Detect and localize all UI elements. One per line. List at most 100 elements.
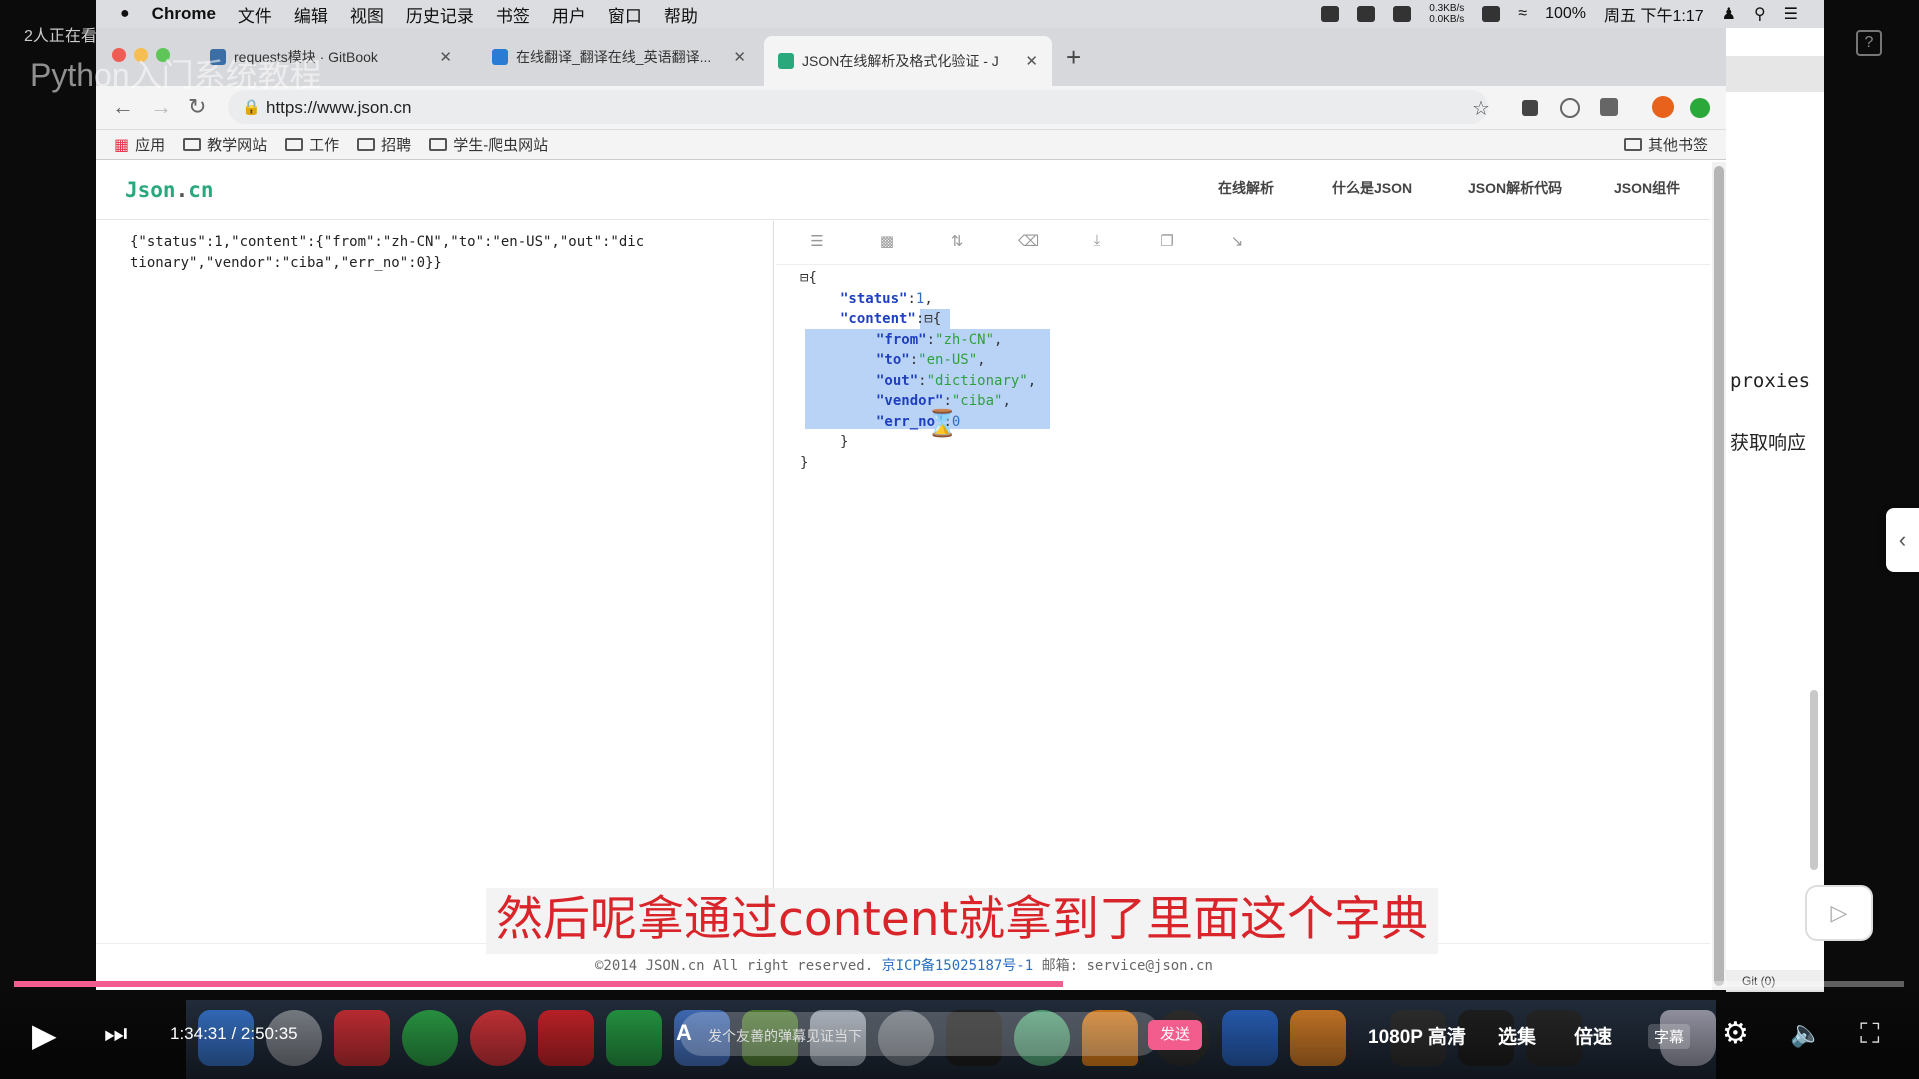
menu-app[interactable]: Chrome: [152, 4, 216, 24]
tab-title: 在线翻译_翻译在线_英语翻译...: [516, 49, 712, 65]
quality-button[interactable]: 1080P 高清: [1368, 1022, 1466, 1049]
bookmark-other[interactable]: 其他书签: [1623, 134, 1708, 155]
menu-bookmarks[interactable]: 书签: [496, 2, 530, 27]
nav-what-is-json[interactable]: 什么是JSON: [1332, 178, 1412, 198]
extension-icon[interactable]: [1522, 100, 1538, 116]
tray-app-icon[interactable]: [1357, 6, 1376, 22]
close-tab-icon[interactable]: ✕: [1025, 52, 1038, 70]
spotlight-search-icon[interactable]: ⚲: [1754, 4, 1766, 24]
json-input-panel[interactable]: [96, 221, 774, 943]
bookmark-folder[interactable]: 教学网站: [183, 134, 267, 155]
total-time: 2:50:35: [240, 1024, 298, 1043]
tree-line: "from":"zh-CN",: [876, 331, 1003, 348]
database-icon[interactable]: ☰: [808, 232, 826, 250]
bookmark-folder[interactable]: 工作: [285, 134, 339, 155]
right-video-margin: [1824, 0, 1919, 990]
collapse-icon[interactable]: ⊟: [924, 311, 932, 327]
copy-icon[interactable]: ❐: [1158, 232, 1176, 250]
extension-icon[interactable]: [1600, 98, 1618, 116]
send-danmu-button[interactable]: 发送: [1148, 1020, 1202, 1050]
compress-icon[interactable]: ↘: [1228, 232, 1246, 250]
menu-view[interactable]: 视图: [350, 2, 384, 27]
next-icon[interactable]: ⏭: [104, 1018, 127, 1050]
json-key: "status": [840, 290, 908, 307]
nav-online-parse[interactable]: 在线解析: [1218, 178, 1274, 198]
mac-menubar: ● Chrome 文件 编辑 视图 历史记录 书签 用户 窗口 帮助 0.3KB…: [96, 0, 1824, 28]
episodes-button[interactable]: 选集: [1498, 1022, 1536, 1049]
json-value: "dictionary": [926, 372, 1028, 389]
progress-fill[interactable]: [14, 981, 1063, 987]
tray-app-icon[interactable]: [1321, 6, 1340, 22]
wifi-icon[interactable]: ≈: [1518, 5, 1527, 23]
play-icon[interactable]: ▶: [32, 1016, 57, 1054]
site-logo[interactable]: Json.cn: [125, 178, 214, 202]
address-bar[interactable]: [228, 90, 1488, 124]
json-value: "zh-CN": [935, 331, 995, 348]
footer-icp-link[interactable]: 京ICP备15025187号-1: [882, 958, 1034, 974]
subtitle-button[interactable]: 字幕: [1648, 1024, 1691, 1049]
user-icon[interactable]: ♟: [1722, 4, 1736, 24]
bookmark-apps[interactable]: ▦ 应用: [114, 134, 165, 155]
lock-icon[interactable]: 🔒: [242, 98, 261, 116]
json-key: "from": [876, 331, 927, 348]
danmu-toggle-icon[interactable]: A: [676, 1020, 692, 1046]
bookmark-folder[interactable]: 招聘: [357, 134, 411, 155]
profile-avatar[interactable]: [1652, 96, 1674, 118]
notification-center-icon[interactable]: ☰: [1784, 4, 1798, 24]
bookmark-star-icon[interactable]: ☆: [1472, 96, 1490, 121]
translate-favicon-icon: [492, 49, 508, 65]
json-tree-view[interactable]: ⊟{ "status":1, "content":⊟{ "from":"zh-C…: [800, 268, 1036, 473]
tray-app-icon[interactable]: [1393, 6, 1412, 22]
tree-line: "err_no":0: [876, 413, 961, 430]
tab-json-active[interactable]: JSON在线解析及格式化验证 - J ✕: [764, 36, 1052, 86]
datetime[interactable]: 周五 下午1:17: [1604, 2, 1704, 26]
help-icon[interactable]: ?: [1856, 30, 1882, 56]
extension-icon[interactable]: [1560, 98, 1580, 118]
tray-app-icon[interactable]: [1482, 6, 1501, 22]
scrollbar-thumb[interactable]: [1714, 166, 1724, 986]
side-panel-toggle[interactable]: ‹: [1886, 508, 1919, 572]
extension-icon[interactable]: [1690, 98, 1710, 118]
menu-people[interactable]: 用户: [552, 2, 586, 27]
bookmark-folder[interactable]: 学生-爬虫网站: [429, 134, 548, 155]
tree-line: "to":"en-US",: [876, 352, 986, 368]
danmu-placeholder[interactable]: 发个友善的弹幕见证当下: [708, 1026, 862, 1046]
speed-button[interactable]: 倍速: [1574, 1022, 1612, 1049]
video-subtitle: 然后呢拿通过content就拿到了里面这个字典: [486, 888, 1438, 954]
close-tab-icon[interactable]: ✕: [439, 48, 452, 66]
volume-icon[interactable]: 🔈: [1790, 1018, 1822, 1049]
sort-icon[interactable]: ⇅: [948, 232, 966, 250]
menu-help[interactable]: 帮助: [664, 2, 698, 27]
settings-gear-icon[interactable]: ⚙: [1722, 1016, 1749, 1051]
close-tab-icon[interactable]: ✕: [733, 48, 746, 66]
file-icon[interactable]: ▩: [878, 232, 896, 250]
logo-text: Json: [125, 178, 176, 202]
trash-icon[interactable]: ⌫: [1018, 232, 1039, 250]
nav-json-components[interactable]: JSON组件: [1614, 178, 1680, 198]
json-favicon-icon: [778, 53, 794, 69]
bookmark-label: 工作: [309, 137, 340, 154]
background-scrollbar[interactable]: [1810, 690, 1818, 870]
new-tab-button[interactable]: +: [1066, 42, 1081, 73]
footer-text: ©2014 JSON.cn All right reserved. 京ICP备1…: [595, 955, 1213, 975]
download-icon[interactable]: ⤓: [1088, 232, 1106, 250]
nav-json-code[interactable]: JSON解析代码: [1468, 178, 1562, 198]
tree-line: "out":"dictionary",: [876, 372, 1037, 389]
tab-translate[interactable]: 在线翻译_翻译在线_英语翻译... ✕: [478, 38, 760, 76]
back-arrow-icon[interactable]: ←: [112, 94, 134, 120]
url-text[interactable]: https://www.json.cn: [266, 98, 412, 118]
background-text: proxies: [1730, 370, 1811, 392]
json-key: "vendor": [876, 393, 944, 409]
menu-edit[interactable]: 编辑: [294, 2, 328, 27]
apple-icon[interactable]: ●: [120, 5, 130, 23]
json-input-text[interactable]: {"status":1,"content":{"from":"zh-CN","t…: [130, 232, 650, 274]
logo-dot: .: [175, 178, 189, 202]
menu-file[interactable]: 文件: [238, 2, 272, 27]
menu-window[interactable]: 窗口: [608, 2, 642, 27]
forward-arrow-icon[interactable]: →: [150, 94, 172, 120]
mini-play-icon[interactable]: ▷: [1805, 885, 1873, 941]
reload-icon[interactable]: ↻: [188, 94, 206, 120]
menu-history[interactable]: 历史记录: [406, 2, 474, 27]
fullscreen-icon[interactable]: ⛶: [1860, 1018, 1880, 1051]
battery-percent[interactable]: 100%: [1545, 5, 1586, 23]
